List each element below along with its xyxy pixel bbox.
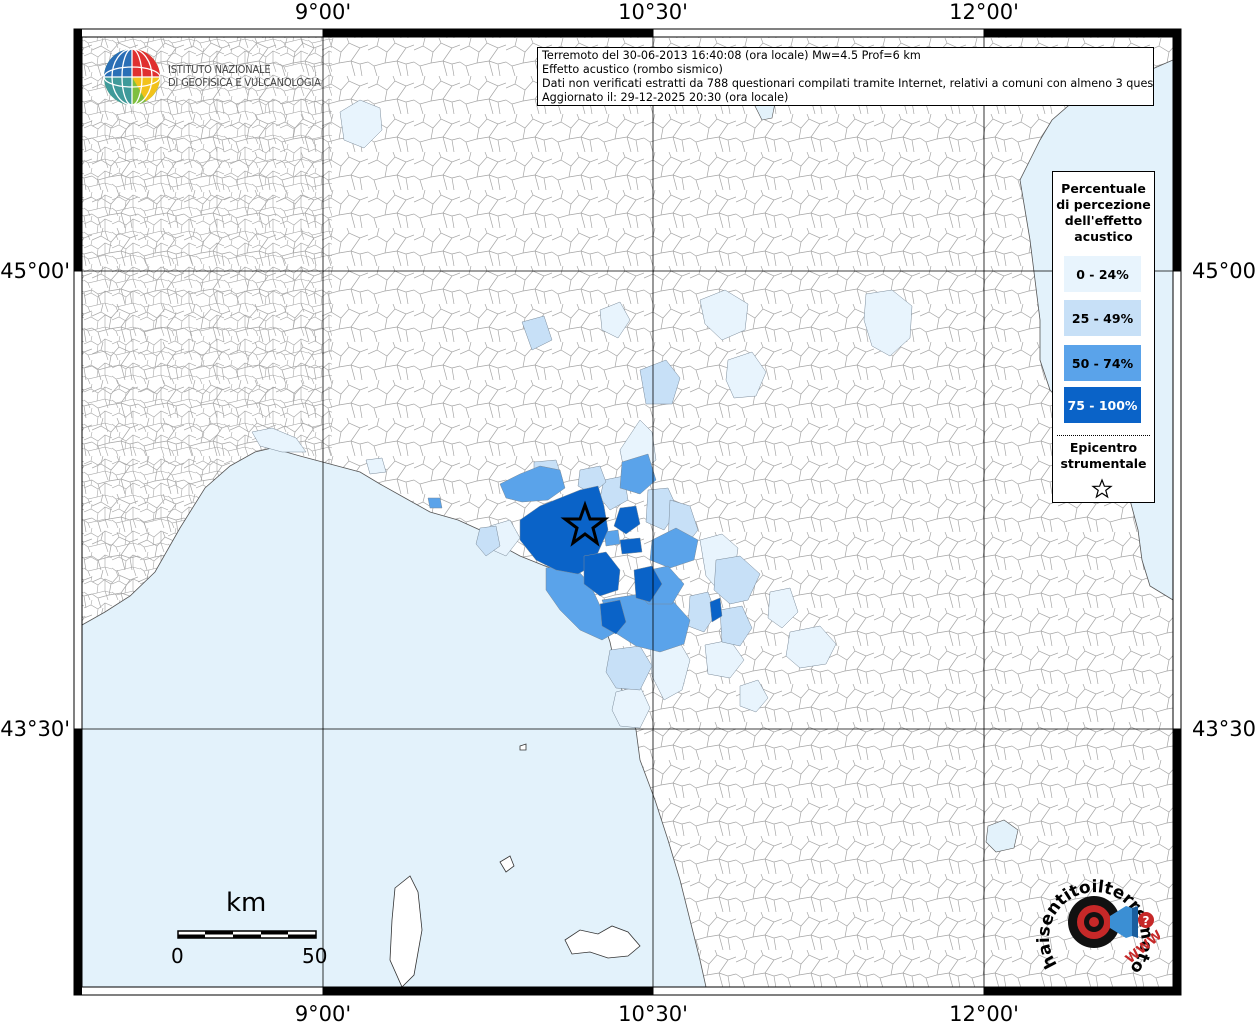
ingv-line-2: DI GEOFISICA E VULCANOLOGIA [168, 76, 321, 89]
haisentito-question: ? [1143, 914, 1150, 928]
legend-class-0: 0 - 24% [1064, 256, 1141, 292]
scale-unit: km [226, 888, 267, 918]
event-title: Terremoto del 30-06-2013 16:40:08 (ora l… [542, 49, 921, 62]
lon-label-bottom-2: 10°30' [618, 1002, 688, 1024]
lat-label-left-1: 45°00' [0, 259, 70, 283]
event-updated: Aggiornato il: 29-12-2025 20:30 (ora loc… [542, 91, 789, 104]
star-icon [1091, 478, 1113, 499]
haisentito-logo-icon: haisentitoilterremoto.it WWW ? [1030, 860, 1160, 977]
legend-separator [1057, 435, 1150, 436]
legend-title: Percentuale di percezione dell'effetto a… [1053, 181, 1154, 245]
legend-title-line-3: dell'effetto [1064, 213, 1143, 228]
legend-title-line-1: Percentuale [1061, 181, 1146, 196]
scale-bar [177, 930, 317, 939]
legend-epicenter-line-1: Epicentro [1069, 440, 1138, 455]
legend-title-line-4: acustico [1074, 229, 1133, 244]
event-effect: Effetto acustico (rombo sismico) [542, 63, 723, 76]
map-area [82, 37, 1173, 987]
legend-class-3: 75 - 100% [1064, 387, 1141, 423]
lon-label-top-1: 9°00' [295, 0, 351, 24]
felt-municipality [427, 497, 443, 509]
legend-class-2: 50 - 74% [1064, 345, 1141, 381]
legend-class-1: 25 - 49% [1064, 300, 1141, 336]
lat-label-right-1: 45°00' [1192, 259, 1256, 283]
lat-label-right-2: 43°30' [1192, 717, 1256, 741]
legend-epicenter-line-2: strumentale [1060, 456, 1147, 471]
event-info-box: Terremoto del 30-06-2013 16:40:08 (ora l… [537, 47, 1154, 106]
legend: Percentuale di percezione dell'effetto a… [1052, 171, 1155, 503]
scale-max-label: 50 [302, 944, 328, 968]
legend-title-line-2: di percezione [1056, 197, 1151, 212]
event-data-note: Dati non verificati estratti da 788 ques… [542, 77, 1154, 90]
lat-label-left-2: 43°30' [0, 717, 70, 741]
ingv-line-1: ISTITUTO NAZIONALE [168, 63, 271, 76]
lon-label-top-3: 12°00' [949, 0, 1019, 24]
legend-epicenter-label: Epicentro strumentale [1053, 440, 1154, 472]
ingv-wordmark: ISTITUTO NAZIONALE DI GEOFISICA E VULCAN… [168, 63, 321, 89]
lon-label-top-2: 10°30' [618, 0, 688, 24]
felt-municipality [619, 537, 643, 555]
lon-label-bottom-1: 9°00' [295, 1002, 351, 1024]
lon-label-bottom-3: 12°00' [949, 1002, 1019, 1024]
ingv-globe-icon [103, 48, 161, 106]
scale-zero-label: 0 [171, 944, 184, 968]
